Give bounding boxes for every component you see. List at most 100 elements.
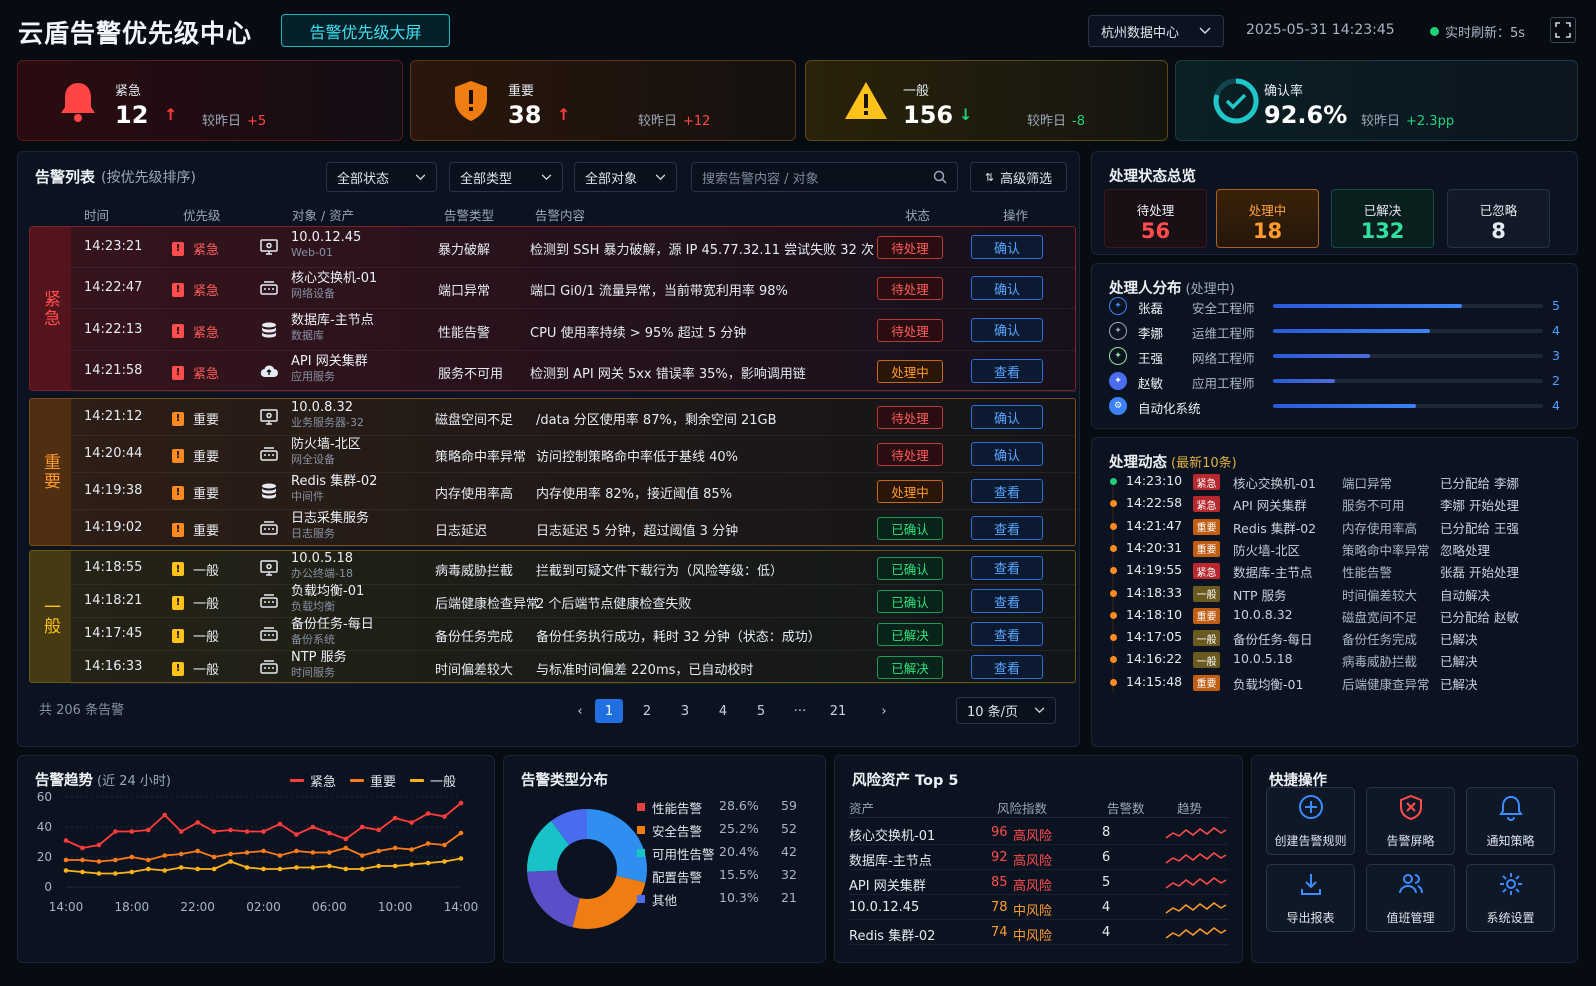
view-button[interactable]: 查看	[971, 359, 1043, 383]
legend-item[interactable]: 性能告警 28.6% 59	[637, 796, 837, 818]
datacenter-select[interactable]: 杭州数据中心	[1088, 15, 1224, 47]
status-box-processing[interactable]: 处理中 18	[1216, 189, 1319, 248]
kpi-confirm-rate-card[interactable]: 确认率 92.6% 较昨日 +2.3pp	[1175, 60, 1578, 141]
view-button[interactable]: 查看	[971, 516, 1043, 540]
page-5[interactable]: 5	[747, 699, 775, 723]
legend-item[interactable]: 紧急	[290, 771, 336, 790]
search-input[interactable]: 搜索告警内容 / 对象	[691, 162, 958, 192]
alert-object[interactable]: 防火墙-北区 网全设备	[291, 437, 361, 467]
confirm-button[interactable]: 确认	[971, 405, 1043, 429]
alert-object[interactable]: API 网关集群 应用服务	[291, 354, 368, 384]
fullscreen-button[interactable]	[1550, 17, 1576, 43]
screen-mode-badge[interactable]: 告警优先级大屏	[281, 14, 450, 47]
bell-action-button[interactable]: 通知策略	[1466, 787, 1555, 855]
activity-item[interactable]: 14:15:48 重要 负载均衡-01 后端健康查异常 已解决	[1109, 672, 1549, 694]
kpi-important-card[interactable]: 重要 38 ↑ 较昨日 +12	[410, 60, 796, 141]
legend-item[interactable]: 安全告警 25.2% 52	[637, 819, 837, 841]
table-row[interactable]: 14:18:21 ! 一般 负载均衡-01 负载均衡 后端健康检查异常 2 个后端节点健康检…	[71, 584, 1077, 618]
handler-row[interactable]: ✦ 王强 网络工程师 3	[1109, 346, 1560, 368]
table-row[interactable]: 14:22:47 ! 紧急 核心交换机-01 网络设备 端口异常 端口 Gi0/1 流量异常…	[71, 268, 1077, 309]
users-action-button[interactable]: 值班管理	[1366, 864, 1455, 932]
handler-row[interactable]: ✦ 赵敏 应用工程师 2	[1109, 371, 1560, 393]
advanced-filter-button[interactable]: ⇅ 高级筛选	[970, 162, 1067, 192]
prev-page-button[interactable]: ‹	[566, 699, 594, 723]
table-row[interactable]: 14:16:33 ! 一般 NTP 服务 时间服务 时间偏差较大 与标准时间偏差 220ms…	[71, 650, 1077, 684]
table-row[interactable]: Redis 集群-02 74 中风险 4	[849, 921, 1229, 945]
alert-object[interactable]: 核心交换机-01 网络设备	[291, 271, 377, 301]
kpi-normal-card[interactable]: 一般 156 ↓ 较昨日 -8	[805, 60, 1168, 141]
page-21[interactable]: 21	[824, 699, 852, 723]
alert-time: 14:21:58	[84, 363, 143, 378]
legend-item[interactable]: 重要	[350, 771, 396, 790]
activity-item[interactable]: 14:17:05 一般 备份任务-每日 备份任务完成 已解决	[1109, 627, 1549, 649]
table-row[interactable]: 14:19:02 ! 重要 日志采集服务 日志服务 日志延迟 日志延迟 5 分钟，超过阈值 …	[71, 510, 1077, 547]
table-row[interactable]: 14:21:12 ! 重要 10.0.8.32 业务服务器-32 磁盘空间不足/data …	[71, 399, 1077, 436]
view-button[interactable]: 查看	[971, 555, 1043, 580]
next-page-button[interactable]: ›	[870, 699, 898, 723]
confirm-button[interactable]: 确认	[971, 276, 1043, 300]
col-priority[interactable]: 优先级	[183, 205, 221, 224]
data-point	[310, 865, 316, 870]
table-row[interactable]: 数据库-主节点 92 高风险 6	[849, 846, 1229, 870]
status-box-resolved[interactable]: 已解决 132	[1331, 189, 1434, 248]
table-row[interactable]: 14:17:45 ! 一般 备份任务-每日 备份系统 备份任务完成 备份任务执行成功，耗时 …	[71, 617, 1077, 651]
page-1[interactable]: 1	[595, 699, 623, 723]
refresh-status[interactable]: 实时刷新：5s	[1430, 22, 1525, 41]
table-row[interactable]: 14:22:13 ! 紧急 数据库-主节点 数据库 性能告警 CPU 使用率持续 > 95%…	[71, 309, 1077, 351]
alert-object[interactable]: 日志采集服务 日志服务	[291, 511, 369, 541]
activity-item[interactable]: 14:16:22 一般 10.0.5.18 病毒威胁拦截 已解决	[1109, 649, 1549, 671]
page-3[interactable]: 3	[671, 699, 699, 723]
gear-action-button[interactable]: 系统设置	[1466, 864, 1555, 932]
status-box-pending[interactable]: 待处理 56	[1104, 189, 1207, 248]
legend-item[interactable]: 配置告警 15.5% 32	[637, 865, 837, 887]
table-row[interactable]: 核心交换机-01 96 高风险 8	[849, 821, 1229, 845]
handler-row[interactable]: ✦ 李娜 运维工程师 4	[1109, 321, 1560, 343]
activity-item[interactable]: 14:22:58 紧急 API 网关集群 服务不可用 李娜 开始处理	[1109, 493, 1549, 515]
legend-item[interactable]: 一般	[410, 771, 456, 790]
page-4[interactable]: 4	[709, 699, 737, 723]
legend-item[interactable]: 其他 10.3% 21	[637, 888, 837, 910]
table-row[interactable]: 14:21:58 ! 紧急 API 网关集群 应用服务 服务不可用 检测到 API 网关 5…	[71, 351, 1077, 392]
activity-item[interactable]: 14:20:31 重要 防火墙-北区 策略命中率异常 忽略处理	[1109, 538, 1549, 560]
table-row[interactable]: 14:19:38 ! 重要 Redis 集群-02 中间件 内存使用率高 内存使用率 82%…	[71, 473, 1077, 510]
alert-object[interactable]: NTP 服务 时间服务	[291, 650, 347, 680]
object-filter[interactable]: 全部对象	[574, 162, 677, 192]
shield-x-action-button[interactable]: 告警屏略	[1366, 787, 1455, 855]
type-filter[interactable]: 全部类型	[449, 162, 563, 192]
handler-row[interactable]: ⚙ 自动化系统 4	[1109, 396, 1560, 418]
table-row[interactable]: 14:20:44 ! 重要 防火墙-北区 网全设备 策略命中率异常 访问控制策略命中率低于基…	[71, 436, 1077, 473]
kpi-critical-card[interactable]: 紧急 12 ↑ 较昨日 +5	[17, 60, 403, 141]
status-box-ignored[interactable]: 已忽略 8	[1447, 189, 1550, 248]
alert-object[interactable]: 负载均衡-01 负载均衡	[291, 584, 364, 614]
alert-object[interactable]: 数据库-主节点 数据库	[291, 313, 374, 343]
page-2[interactable]: 2	[633, 699, 661, 723]
legend-item[interactable]: 可用性告警 20.4% 42	[637, 842, 837, 864]
table-row[interactable]: 14:23:21 ! 紧急 10.0.12.45 Web-01 暴力破解 检测到 SSH 暴…	[71, 227, 1077, 268]
activity-item[interactable]: 14:19:55 紧急 数据库-主节点 性能告警 张磊 开始处理	[1109, 560, 1549, 582]
alert-object[interactable]: 10.0.5.18 办公终端-18	[291, 551, 353, 581]
view-button[interactable]: 查看	[971, 479, 1043, 503]
alert-object[interactable]: Redis 集群-02 中间件	[291, 474, 377, 504]
confirm-button[interactable]: 确认	[971, 235, 1043, 259]
view-button[interactable]: 查看	[971, 655, 1043, 679]
status-filter[interactable]: 全部状态	[326, 162, 437, 192]
alert-object[interactable]: 10.0.8.32 业务服务器-32	[291, 400, 364, 430]
view-button[interactable]: 查看	[971, 622, 1043, 646]
table-row[interactable]: API 网关集群 85 高风险 5	[849, 871, 1229, 895]
activity-item[interactable]: 14:21:47 重要 Redis 集群-02 内存使用率高 已分配给 王强	[1109, 516, 1549, 538]
confirm-button[interactable]: 确认	[971, 442, 1043, 466]
handler-row[interactable]: ✦ 张磊 安全工程师 5	[1109, 296, 1560, 318]
activity-item[interactable]: 14:23:10 紧急 核心交换机-01 端口异常 已分配给 李娜	[1109, 471, 1549, 493]
table-row[interactable]: 14:18:55 ! 一般 10.0.5.18 办公终端-18 病毒威胁拦截 拦截到可疑文件…	[71, 551, 1077, 585]
download-action-button[interactable]: 导出报表	[1266, 864, 1355, 932]
table-row[interactable]: 10.0.12.45 78 中风险 4	[849, 896, 1229, 920]
view-button[interactable]: 查看	[971, 589, 1043, 613]
confirm-button[interactable]: 确认	[971, 317, 1043, 342]
col-time[interactable]: 时间	[84, 205, 109, 224]
plus-circle-action-button[interactable]: 创建告警规则	[1266, 787, 1355, 855]
page-size-select[interactable]: 10 条/页	[956, 697, 1056, 724]
activity-item[interactable]: 14:18:10 重要 10.0.8.32 磁盘宽间不足 已分配给 赵敏	[1109, 605, 1549, 627]
alert-object[interactable]: 备份任务-每日 备份系统	[291, 617, 374, 647]
alert-object[interactable]: 10.0.12.45 Web-01	[291, 230, 361, 260]
activity-item[interactable]: 14:18:33 一般 NTP 服务 时间偏差较大 自动解决	[1109, 583, 1549, 605]
